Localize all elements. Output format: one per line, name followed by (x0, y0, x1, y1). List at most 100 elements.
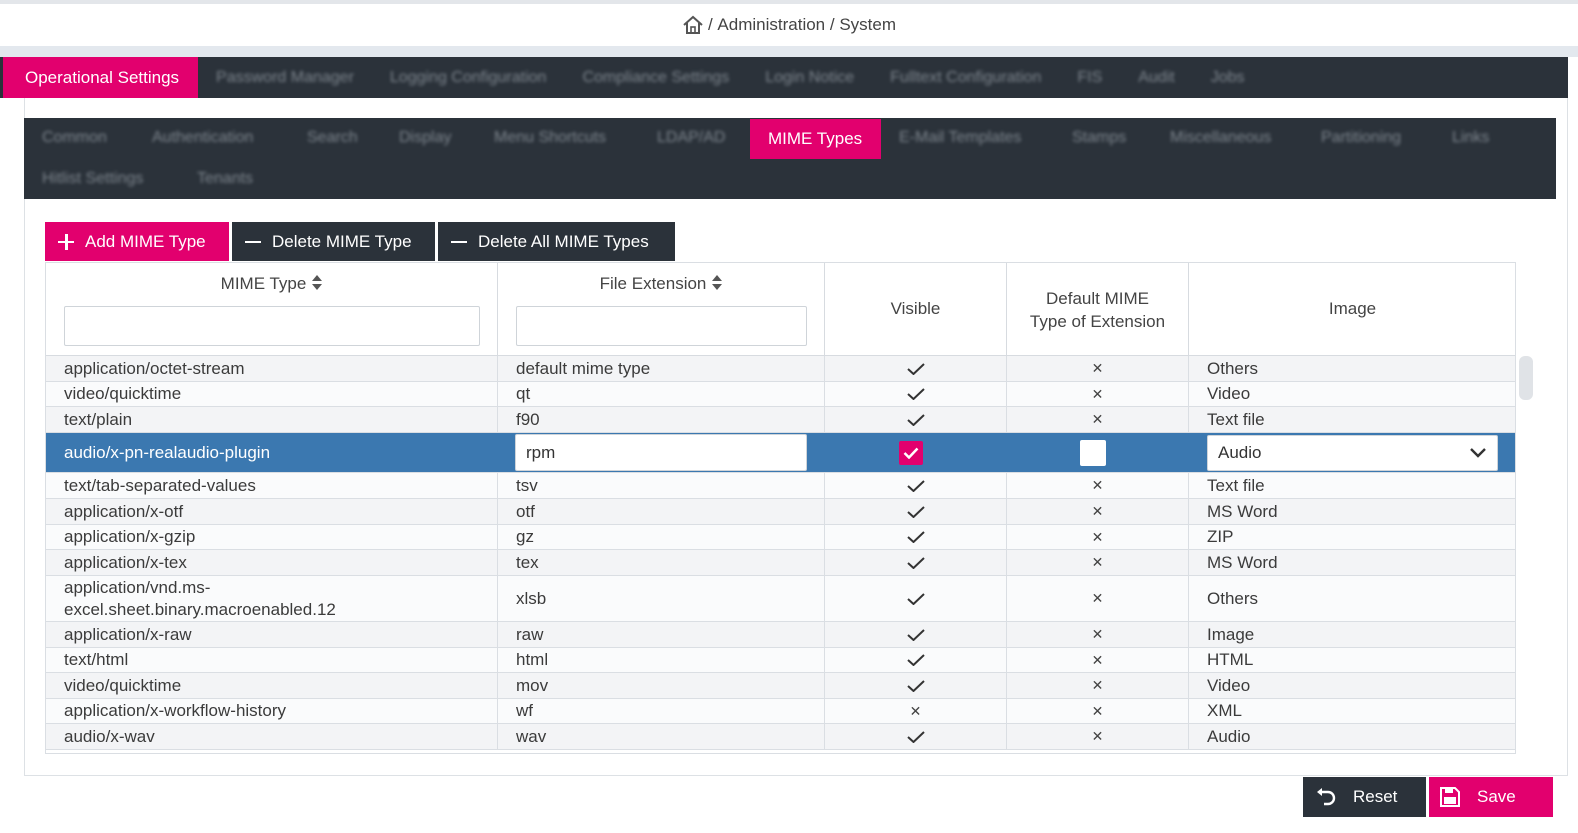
cross-icon: ✕ (1091, 385, 1104, 402)
image-cell: HTML (1207, 650, 1254, 669)
extension-cell: tex (498, 550, 825, 575)
image-cell: Text file (1207, 409, 1265, 429)
home-icon[interactable] (682, 15, 704, 35)
tab-display[interactable]: Display (381, 118, 469, 158)
table-row[interactable]: application/vnd.ms- excel.sheet.binary.m… (46, 576, 1515, 622)
extension-cell: gz (498, 525, 825, 549)
sort-icon[interactable] (312, 275, 323, 291)
visible-cell (825, 499, 1007, 524)
tab-miscellaneous[interactable]: Miscellaneous (1152, 118, 1289, 158)
delete-all-mime-types-button[interactable]: Delete All MIME Types (438, 222, 675, 261)
table-row[interactable]: text/plain f90 ✕ Text file (46, 407, 1515, 433)
delete-mime-type-button[interactable]: Delete MIME Type (232, 222, 435, 261)
visible-cell (825, 407, 1007, 432)
check-icon (906, 556, 925, 569)
tab-login-notice[interactable]: Login Notice (747, 57, 872, 98)
mime-type-filter-input[interactable] (64, 306, 480, 346)
floppy-disk-icon (1440, 787, 1460, 807)
file-extension-filter-input[interactable] (516, 306, 807, 346)
column-header-file-extension[interactable]: File Extension (498, 263, 825, 356)
table-row[interactable]: application/x-raw raw ✕ Image (46, 622, 1515, 648)
visible-cell (825, 382, 1007, 406)
image-cell: Others (1207, 588, 1259, 608)
breadcrumb-system[interactable]: System (839, 15, 896, 35)
tab-jobs[interactable]: Jobs (1193, 57, 1263, 98)
sub-tab-bar: Common Authentication Search Display Men… (24, 118, 1556, 199)
tab-common[interactable]: Common (24, 118, 125, 158)
tab-fis[interactable]: FIS (1059, 57, 1120, 98)
mime-line1: application/vnd.ms- (64, 577, 211, 597)
tab-mime-types[interactable]: MIME Types (750, 119, 881, 159)
table-row[interactable]: application/x-workflow-history wf ✕ ✕ XM… (46, 699, 1515, 724)
breadcrumb-separator: / (707, 15, 713, 34)
tab-partitioning[interactable]: Partitioning (1303, 118, 1419, 158)
visible-cell (825, 550, 1007, 575)
tab-menu-shortcuts[interactable]: Menu Shortcuts (476, 118, 624, 158)
default-cell: ✕ (1007, 525, 1189, 549)
image-cell: Audio (1189, 433, 1515, 472)
mime-cell: application/x-tex (46, 550, 498, 575)
sort-icon[interactable] (712, 275, 723, 291)
extension-cell: tsv (498, 473, 825, 498)
visible-cell (825, 622, 1007, 647)
tab-email-templates[interactable]: E-Mail Templates (881, 118, 1039, 158)
check-icon (906, 479, 925, 492)
cross-icon: ✕ (1091, 728, 1104, 744)
tab-search[interactable]: Search (289, 118, 376, 158)
tab-logging-configuration[interactable]: Logging Configuration (372, 57, 565, 98)
tab-hitlist-settings[interactable]: Hitlist Settings (24, 159, 161, 199)
cross-icon: ✕ (1091, 626, 1104, 642)
default-checkbox[interactable] (1080, 439, 1106, 466)
table-row[interactable]: application/x-gzip gz ✕ ZIP (46, 525, 1515, 550)
delete-all-mime-types-label: Delete All MIME Types (478, 231, 649, 251)
check-icon (906, 679, 925, 692)
extension-cell: wav (498, 724, 825, 749)
tab-operational-settings[interactable]: Operational Settings (3, 57, 199, 98)
table-row[interactable]: application/octet-stream default mime ty… (46, 356, 1515, 382)
image-select[interactable]: Audio (1207, 435, 1498, 471)
mime-cell: application/x-gzip (46, 525, 498, 549)
reset-button[interactable]: Reset (1303, 777, 1426, 817)
column-header-visible: Visible (825, 263, 1007, 356)
breadcrumb-administration[interactable]: Administration (717, 15, 825, 35)
default-cell: ✕ (1007, 473, 1189, 498)
check-icon (906, 592, 925, 605)
tab-compliance-settings[interactable]: Compliance Settings (564, 57, 747, 98)
chevron-down-icon (1470, 448, 1486, 458)
mime-type-header-label: MIME Type (220, 274, 307, 293)
tab-tenants[interactable]: Tenants (179, 159, 271, 199)
cross-icon: ✕ (1091, 503, 1104, 519)
tab-audit[interactable]: Audit (1120, 57, 1192, 98)
table-row[interactable]: text/html html ✕ HTML (46, 648, 1515, 673)
table-row[interactable]: video/quicktime qt ✕ Video (46, 382, 1515, 407)
tab-authentication[interactable]: Authentication (134, 118, 271, 158)
extension-cell: f90 (498, 407, 825, 432)
column-header-mime-type[interactable]: MIME Type (46, 263, 498, 356)
add-mime-type-button[interactable]: Add MIME Type (45, 222, 229, 261)
tab-ldap-ad[interactable]: LDAP/AD (639, 118, 743, 158)
check-icon (906, 362, 925, 375)
table-row[interactable]: audio/x-wav wav ✕ Audio (46, 724, 1515, 750)
default-cell (1007, 433, 1189, 472)
visible-cell (825, 724, 1007, 749)
image-cell: ZIP (1207, 527, 1234, 546)
table-row[interactable]: application/x-otf otf ✕ MS Word (46, 499, 1515, 525)
tab-links[interactable]: Links (1434, 118, 1507, 158)
save-button[interactable]: Save (1429, 777, 1553, 817)
check-icon (906, 730, 925, 743)
tab-fulltext-configuration[interactable]: Fulltext Configuration (872, 57, 1059, 98)
table-row[interactable]: application/x-tex tex ✕ MS Word (46, 550, 1515, 576)
table-row[interactable]: video/quicktime mov ✕ Video (46, 673, 1515, 699)
image-cell: Image (1207, 624, 1255, 644)
default-cell: ✕ (1007, 407, 1189, 432)
table-row-selected[interactable]: audio/x-pn-realaudio-plugin rpm Audio (46, 433, 1515, 473)
extension-edit-input[interactable]: rpm (515, 434, 807, 471)
tab-password-manager[interactable]: Password Manager (198, 57, 372, 98)
undo-icon (1317, 788, 1336, 806)
cross-icon: ✕ (1091, 590, 1104, 606)
tab-stamps[interactable]: Stamps (1054, 118, 1144, 158)
breadcrumb: / Administration / System (0, 4, 1578, 46)
table-row[interactable]: text/tab-separated-values tsv ✕ Text fil… (46, 473, 1515, 499)
visible-checkbox[interactable] (899, 440, 923, 465)
table-scrollbar[interactable] (1519, 356, 1533, 400)
